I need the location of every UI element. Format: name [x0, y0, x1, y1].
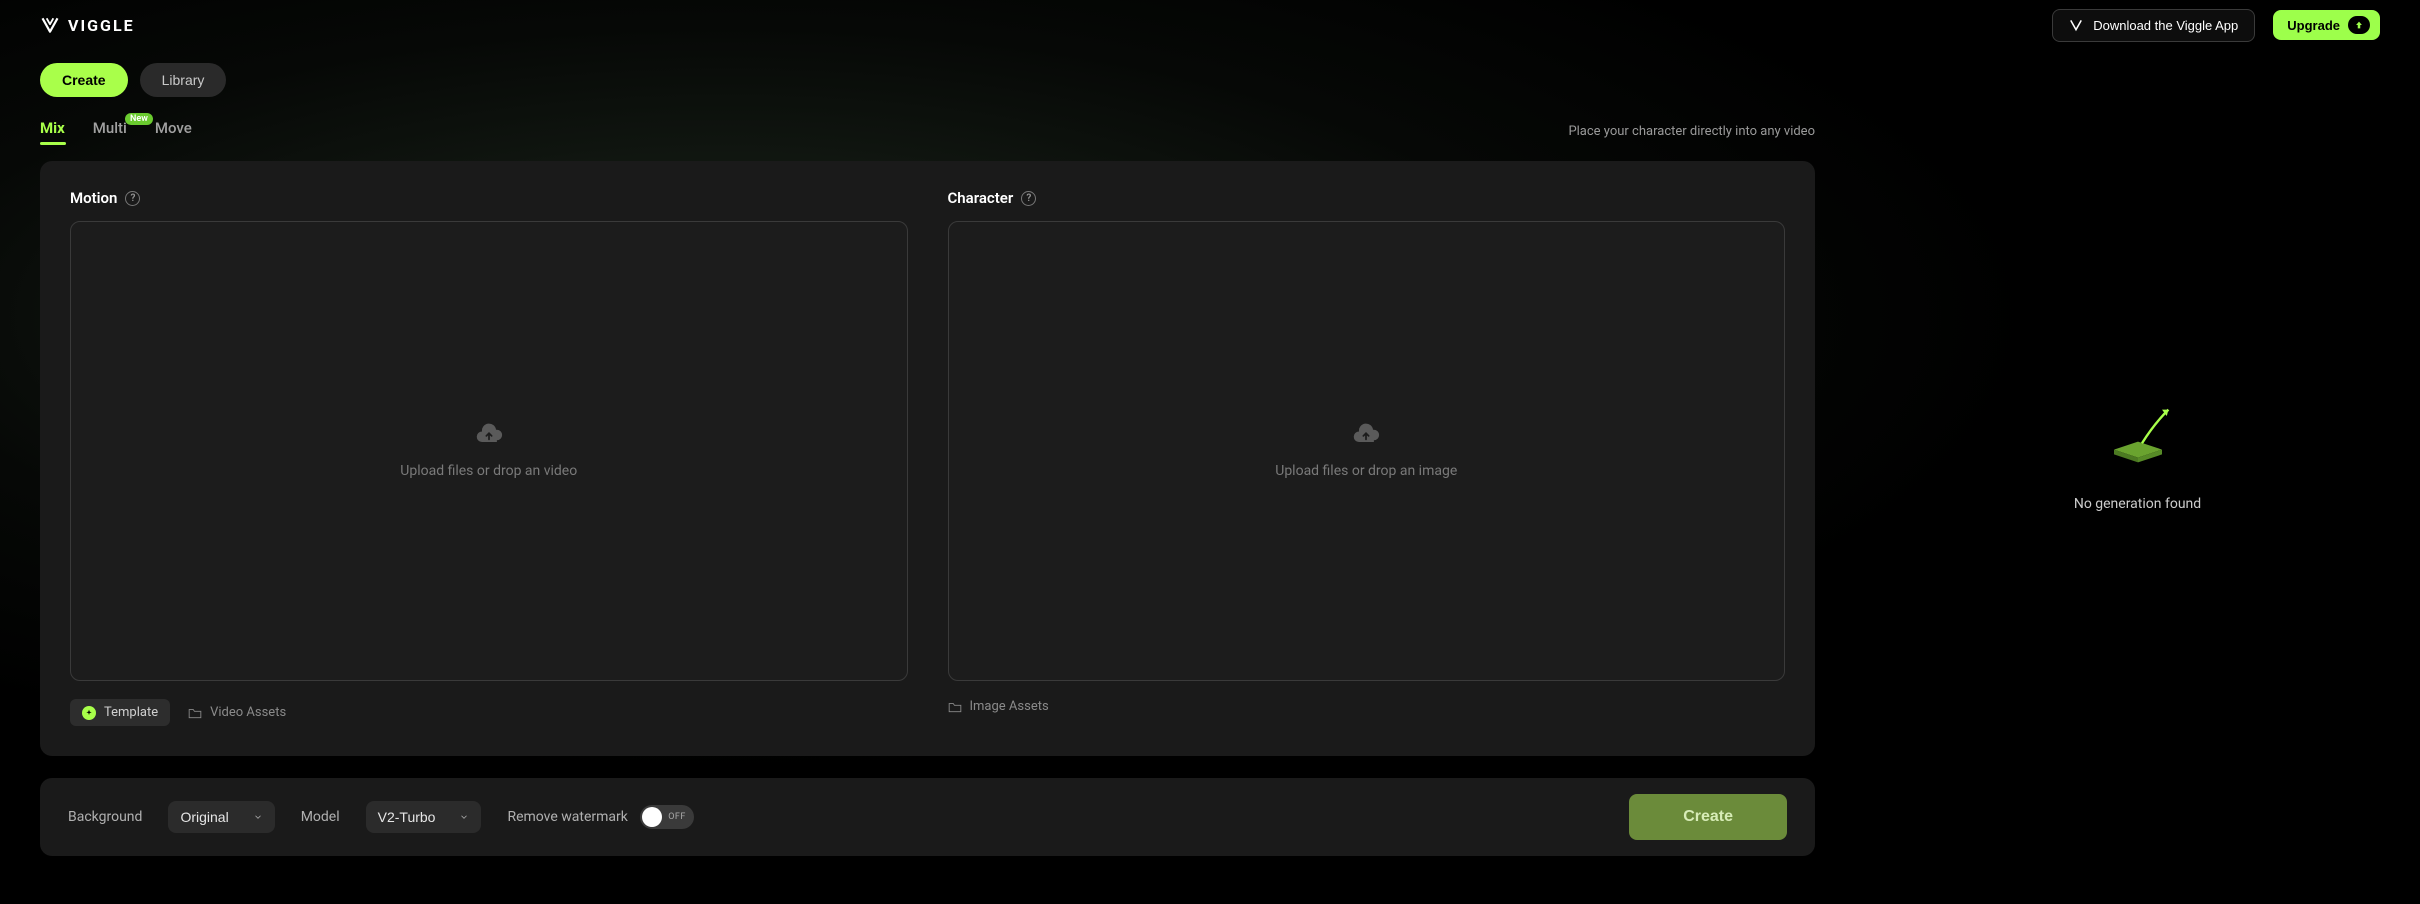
brand-name: VIGGLE [68, 16, 135, 35]
image-assets-label: Image Assets [970, 699, 1049, 714]
upload-cloud-icon [1352, 423, 1380, 451]
upgrade-arrow-badge [2348, 16, 2370, 34]
download-app-button[interactable]: Download the Viggle App [2052, 9, 2255, 42]
tabs-row: Mix Multi New Move Place your character … [40, 119, 1815, 143]
character-help-icon[interactable]: ? [1021, 191, 1036, 206]
template-label: Template [104, 705, 158, 720]
motion-header: Motion ? [70, 189, 908, 207]
topbar: VIGGLE Download the Viggle App Upgrade [0, 0, 2420, 50]
folder-icon [188, 707, 202, 719]
motion-title: Motion [70, 189, 117, 207]
nav-library[interactable]: Library [140, 63, 227, 97]
tab-multi-badge: New [125, 113, 153, 125]
chevron-down-icon [459, 812, 469, 822]
tab-mix[interactable]: Mix [40, 119, 65, 143]
watermark-label: Remove watermark [507, 809, 627, 825]
motion-assets-row: Template Video Assets [70, 699, 908, 726]
toggle-knob [642, 807, 662, 827]
video-assets-label: Video Assets [210, 705, 286, 720]
nav-create[interactable]: Create [40, 63, 128, 97]
viggle-mini-icon [2069, 18, 2083, 32]
empty-state-icon [2098, 392, 2178, 472]
tab-move[interactable]: Move [155, 119, 192, 143]
character-column: Character ? Upload files or drop an imag… [948, 189, 1786, 726]
background-value: Original [180, 809, 228, 825]
upgrade-label: Upgrade [2287, 18, 2340, 33]
primary-nav: Create Library [40, 63, 1815, 97]
toggle-state-text: OFF [668, 812, 686, 822]
no-generation-placeholder: No generation found [2074, 392, 2201, 512]
tab-multi[interactable]: Multi New [93, 119, 127, 143]
character-title: Character [948, 189, 1014, 207]
bottom-controls: Background Original Model V2-Turbo Remov… [40, 778, 1815, 856]
character-assets-row: Image Assets [948, 699, 1786, 714]
sparkle-icon [82, 706, 96, 720]
model-select[interactable]: V2-Turbo [366, 801, 482, 833]
editor-panel: Motion ? Upload files or drop an video [40, 161, 1815, 756]
download-app-label: Download the Viggle App [2093, 18, 2238, 33]
background-select[interactable]: Original [168, 801, 274, 833]
watermark-control: Remove watermark OFF [507, 805, 693, 829]
motion-help-icon[interactable]: ? [125, 191, 140, 206]
template-button[interactable]: Template [70, 699, 170, 726]
up-arrow-icon [2354, 20, 2364, 30]
motion-drop-text: Upload files or drop an video [400, 463, 577, 479]
tab-multi-label: Multi [93, 119, 127, 137]
motion-dropzone[interactable]: Upload files or drop an video [70, 221, 908, 681]
video-assets-link[interactable]: Video Assets [188, 705, 286, 720]
empty-state-text: No generation found [2074, 496, 2201, 512]
model-label: Model [301, 809, 340, 825]
upload-cloud-icon [475, 423, 503, 451]
folder-icon [948, 701, 962, 713]
upgrade-button[interactable]: Upgrade [2273, 10, 2380, 40]
topbar-right: Download the Viggle App Upgrade [2052, 9, 2380, 42]
motion-column: Motion ? Upload files or drop an video [70, 189, 908, 726]
image-assets-link[interactable]: Image Assets [948, 699, 1049, 714]
watermark-toggle[interactable]: OFF [640, 805, 694, 829]
mode-tabs: Mix Multi New Move [40, 119, 192, 143]
create-button[interactable]: Create [1629, 794, 1787, 840]
right-panel: No generation found [1855, 0, 2420, 904]
character-header: Character ? [948, 189, 1786, 207]
chevron-down-icon [253, 812, 263, 822]
model-value: V2-Turbo [378, 809, 436, 825]
mode-tagline: Place your character directly into any v… [1568, 124, 1815, 139]
character-drop-text: Upload files or drop an image [1275, 463, 1457, 479]
background-label: Background [68, 809, 142, 825]
viggle-logo-icon [40, 15, 60, 35]
character-dropzone[interactable]: Upload files or drop an image [948, 221, 1786, 681]
brand-logo[interactable]: VIGGLE [40, 15, 135, 35]
